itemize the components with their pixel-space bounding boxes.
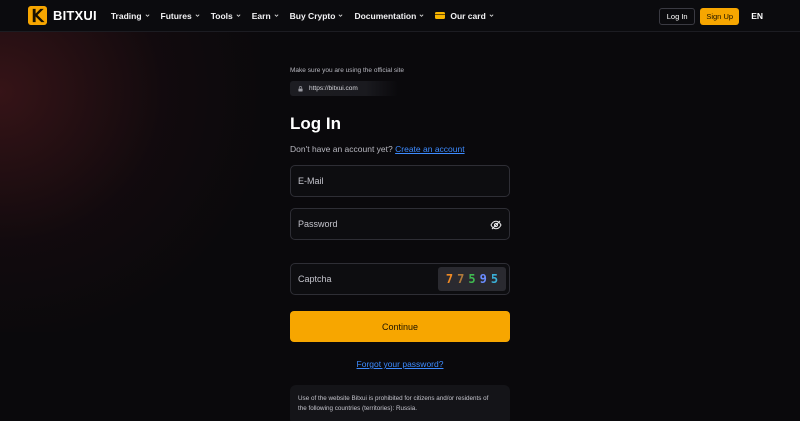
nav-buy-crypto-label: Buy Crypto	[289, 10, 336, 21]
chevron-down-icon	[489, 14, 494, 17]
nav-earn-label: Earn	[251, 10, 271, 21]
create-account-link[interactable]: Create an account	[395, 144, 464, 154]
main-nav: Trading Futures Tools Earn Buy Crypto Do…	[111, 11, 505, 21]
bitxui-logo-icon	[28, 6, 47, 25]
header-signup-button[interactable]: Sign Up	[700, 7, 740, 25]
no-account-prompt: Don't have an account yet? Create an acc…	[290, 144, 465, 154]
nav-tools[interactable]: Tools	[211, 11, 241, 21]
card-icon	[435, 12, 446, 19]
captcha-digit: 7	[445, 272, 454, 286]
nav-our-card-label: Our card	[450, 10, 486, 21]
restriction-notice: Use of the website Bitxui is prohibited …	[290, 385, 510, 421]
eye-off-icon[interactable]	[490, 219, 502, 231]
header-login-button[interactable]: Log In	[659, 7, 696, 25]
nav-tools-label: Tools	[210, 10, 233, 21]
password-field[interactable]	[290, 208, 510, 240]
top-nav-bar: BITXUI Trading Futures Tools Earn Buy Cr…	[0, 0, 800, 32]
official-url: https://bitxui.com	[309, 85, 358, 92]
captcha-image[interactable]: 7 7 5 9 5	[438, 267, 506, 291]
nav-futures[interactable]: Futures	[161, 11, 200, 21]
background-glow	[0, 32, 260, 332]
no-account-text: Don't have an account yet?	[290, 144, 393, 154]
captcha-digit: 9	[479, 272, 487, 286]
chevron-down-icon	[195, 14, 200, 17]
forgot-password-row: Forgot your password?	[290, 359, 510, 369]
captcha-digit: 7	[457, 272, 465, 286]
nav-documentation-label: Documentation	[354, 10, 417, 21]
nav-buy-crypto[interactable]: Buy Crypto	[290, 11, 344, 21]
brand-name: BITXUI	[53, 8, 97, 23]
captcha-field[interactable]: 7 7 5 9 5	[290, 263, 510, 295]
captcha-digit: 5	[468, 272, 476, 286]
official-url-pill: https://bitxui.com	[290, 81, 398, 96]
restriction-notice-line-2: the following countries (territories): R…	[298, 405, 417, 412]
nav-trading-label: Trading	[110, 10, 142, 21]
email-field[interactable]	[290, 165, 510, 197]
restriction-notice-line-1: Use of the website Bitxui is prohibited …	[298, 395, 489, 402]
language-selector[interactable]: EN	[751, 11, 763, 21]
nav-earn[interactable]: Earn	[252, 11, 279, 21]
page-title: Log In	[290, 114, 341, 133]
chevron-down-icon	[274, 14, 279, 17]
brand-logo[interactable]: BITXUI	[28, 6, 97, 25]
email-input[interactable]	[298, 176, 468, 186]
nav-our-card[interactable]: Our card	[435, 10, 494, 21]
captcha-digit: 5	[490, 272, 499, 286]
chevron-down-icon	[338, 14, 343, 17]
lock-icon	[298, 85, 303, 91]
official-site-note: Make sure you are using the official sit…	[290, 67, 405, 74]
chevron-down-icon	[419, 14, 424, 17]
forgot-password-link[interactable]: Forgot your password?	[357, 359, 444, 369]
chevron-down-icon	[145, 14, 149, 17]
header-actions: Log In Sign Up EN	[659, 0, 800, 32]
nav-futures-label: Futures	[160, 10, 192, 21]
chevron-down-icon	[236, 14, 241, 17]
nav-documentation[interactable]: Documentation	[354, 11, 424, 21]
password-input[interactable]	[298, 219, 468, 229]
continue-button[interactable]: Continue	[290, 311, 510, 342]
nav-trading[interactable]: Trading	[111, 11, 150, 21]
